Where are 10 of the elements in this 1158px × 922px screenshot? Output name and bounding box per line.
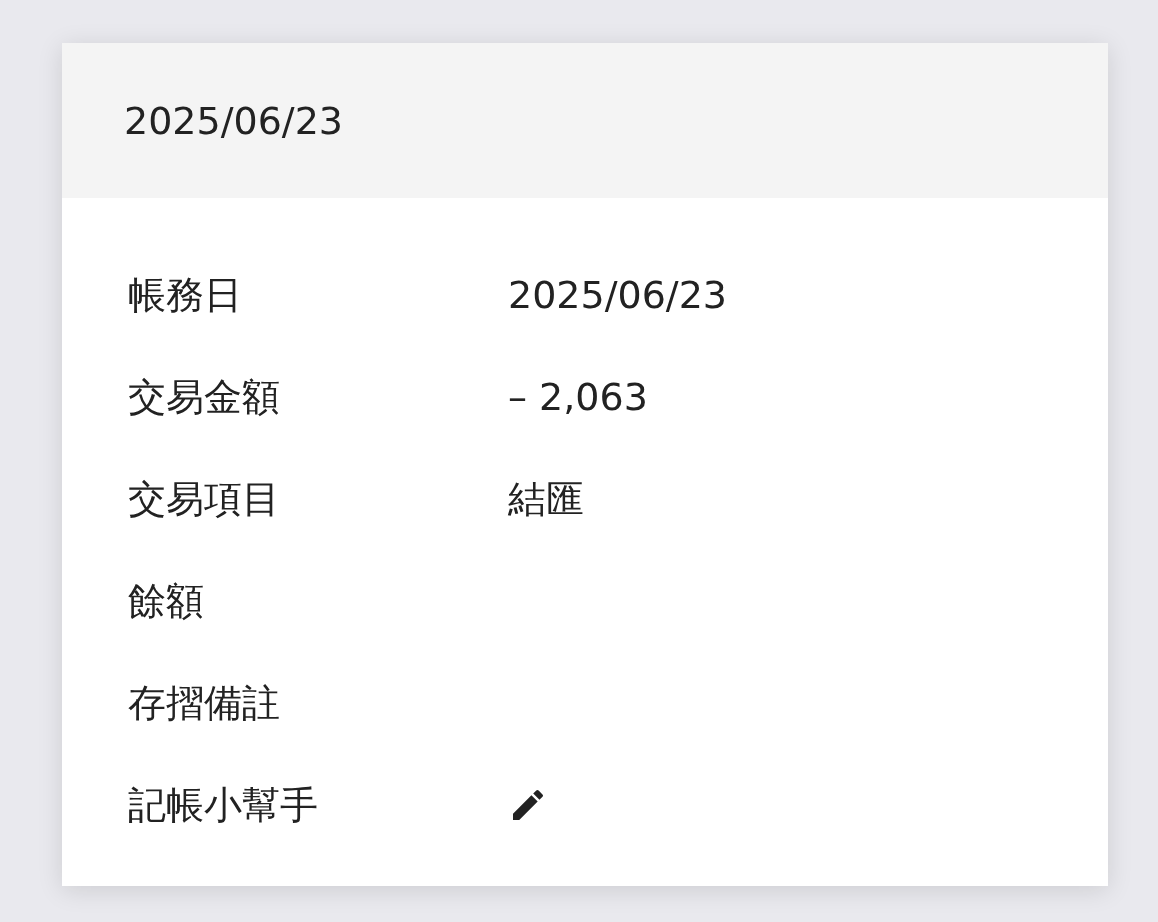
field-value: 結匯 xyxy=(508,475,584,523)
field-label: 帳務日 xyxy=(128,271,243,319)
field-label: 記帳小幫手 xyxy=(128,781,319,829)
header-date: 2025/06/23 xyxy=(124,98,344,143)
field-value: 2025/06/23 xyxy=(508,273,728,317)
field-label: 交易金額 xyxy=(128,373,281,421)
field-label: 交易項目 xyxy=(128,475,281,523)
field-label: 餘額 xyxy=(128,577,205,625)
field-label: 存摺備註 xyxy=(128,679,281,727)
field-value: – 2,063 xyxy=(508,375,648,419)
